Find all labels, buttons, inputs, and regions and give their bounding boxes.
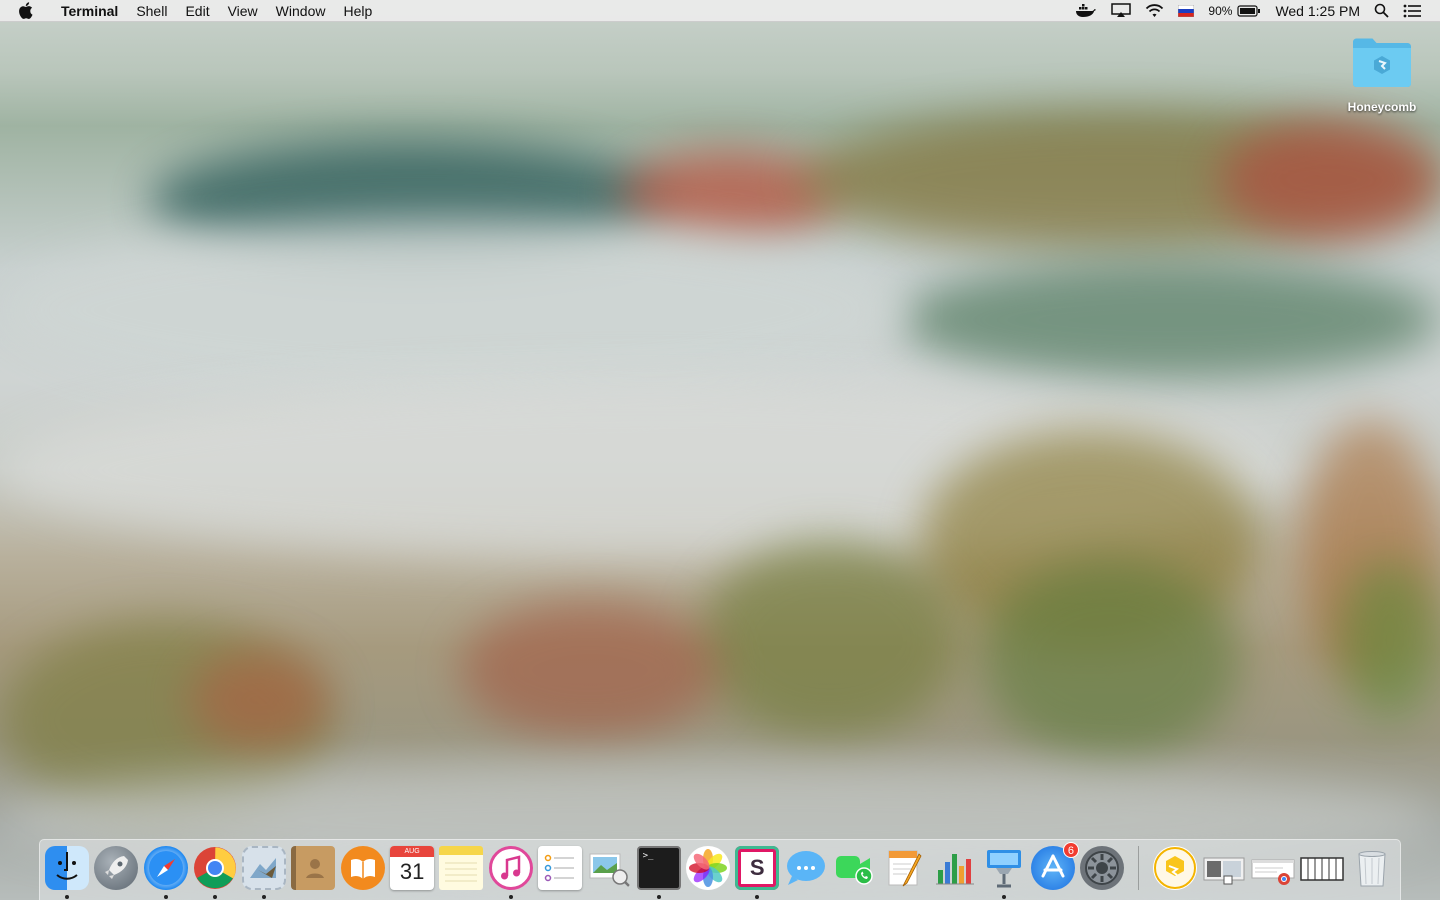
dock-doc-chrome-window[interactable] [1251,846,1295,890]
terminal-prompt-glyph: >_ [642,851,654,861]
keyboard-thumbnail-icon [1300,846,1345,890]
dock-app-store[interactable]: 6 [1030,842,1079,890]
slack-icon: S [735,846,780,890]
menu-view[interactable]: View [219,0,267,22]
running-indicator [163,895,168,899]
dock-messages[interactable] [784,846,828,890]
apple-menu-icon[interactable] [18,2,38,19]
pages-icon [883,846,927,890]
menu-help[interactable]: Help [334,0,381,22]
mail-stamp-icon [242,846,287,890]
dock-preview[interactable] [587,846,631,890]
docker-icon[interactable] [1075,0,1097,22]
slack-glyph: S [749,855,765,880]
battery-percent[interactable]: 90% [1208,0,1232,22]
notification-center-icon[interactable] [1403,0,1422,22]
screenshot-thumbnail-icon [1202,846,1246,890]
wifi-icon[interactable] [1145,0,1164,22]
calendar-icon: AUG 31 [390,846,435,890]
dock-google-chrome[interactable] [193,846,237,899]
dock-slack[interactable]: S [735,846,780,899]
honeycomb-icon [1152,846,1197,890]
running-indicator [262,895,267,899]
dock-numbers[interactable] [932,846,976,890]
numbers-chart-icon [932,846,976,890]
menu-bar: Terminal Shell Edit View Window Help 90%… [0,0,1440,22]
menu-shell[interactable]: Shell [127,0,176,22]
keynote-podium-icon [982,846,1026,890]
dock-safari[interactable] [143,846,188,899]
reminders-icon [537,846,582,890]
airplay-icon[interactable] [1111,0,1132,22]
dock-notes[interactable] [439,846,484,890]
dock-itunes[interactable] [488,846,533,899]
dock-terminal[interactable]: >_ [636,846,681,899]
dock-finder[interactable] [45,846,89,899]
dock-doc-screenshot[interactable] [1202,846,1246,890]
dock-pages[interactable] [883,846,927,890]
running-indicator [755,895,760,899]
notification-badge: 6 [1062,842,1079,858]
dock-system-preferences[interactable] [1080,846,1125,890]
launchpad-rocket-icon [94,846,139,890]
running-indicator [656,895,661,899]
terminal-icon: >_ [636,846,681,890]
notes-icon [439,846,484,890]
spotlight-search-icon[interactable] [1374,0,1389,22]
dock-ibooks[interactable] [340,846,385,890]
desktop-icon-honeycomb[interactable]: Honeycomb [1336,36,1428,114]
desktop-wallpaper [0,0,1440,900]
running-indicator [1001,895,1006,899]
dock-keynote[interactable] [982,846,1026,899]
contacts-book-icon [291,846,336,890]
chrome-icon [193,846,237,890]
app-menu-terminal[interactable]: Terminal [52,0,127,22]
folder-icon [1351,36,1413,88]
messages-bubble-icon [784,846,828,890]
itunes-music-icon [488,846,533,890]
menu-window[interactable]: Window [267,0,335,22]
running-indicator [212,895,217,899]
running-indicator [65,895,69,899]
dock-photos[interactable] [685,846,730,890]
facetime-icon [834,846,878,890]
dock-reminders[interactable] [537,846,582,890]
input-source-flag-icon[interactable] [1178,0,1195,22]
desktop-icon-label: Honeycomb [1347,100,1417,114]
browser-window-thumbnail-icon [1251,846,1295,890]
clock[interactable]: Wed 1:25 PM [1275,0,1360,22]
ibooks-icon [340,846,385,890]
finder-icon [45,846,89,890]
dock-trash[interactable] [1350,846,1394,890]
dock-mail[interactable] [242,846,287,899]
dock-facetime[interactable] [834,846,878,890]
calendar-day: 31 [399,859,425,884]
dock: AUG 31 >_ S 6 [39,839,1401,900]
dock-doc-keyboard[interactable] [1300,846,1345,890]
dock-contacts[interactable] [291,846,336,890]
battery-icon[interactable] [1237,0,1261,22]
gear-icon [1080,846,1125,890]
trash-icon [1350,846,1394,890]
preview-icon [587,846,631,890]
running-indicator [508,895,513,899]
menu-edit[interactable]: Edit [176,0,218,22]
dock-launchpad[interactable] [94,846,139,890]
calendar-month: AUG [390,846,435,857]
dock-honeycomb[interactable] [1152,846,1197,890]
dock-separator [1137,846,1139,890]
photos-flower-icon [685,846,730,890]
dock-calendar[interactable]: AUG 31 [390,846,435,890]
safari-compass-icon [143,846,188,890]
